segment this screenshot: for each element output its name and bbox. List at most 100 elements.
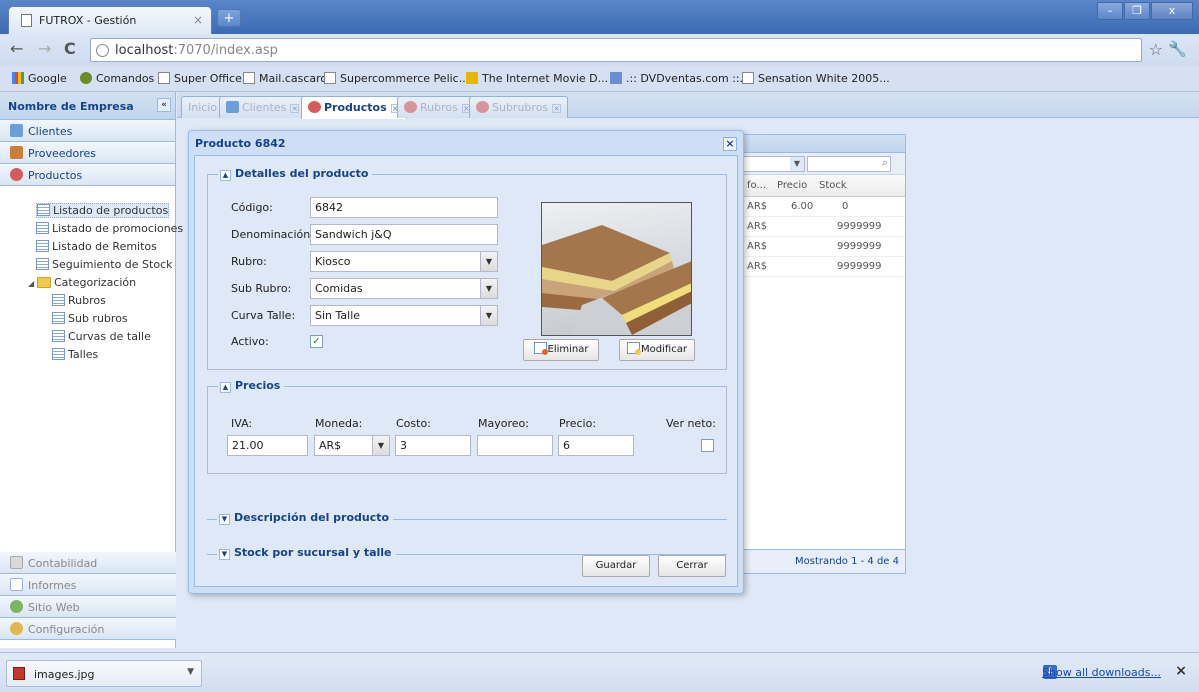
legend-detalles[interactable]: ▲ Detalles del producto [218, 167, 373, 181]
window-close-button[interactable]: x [1151, 2, 1193, 20]
mayoreo-input[interactable] [477, 435, 553, 456]
expand-toggle-icon[interactable]: ▼ [219, 514, 230, 525]
wrench-icon[interactable]: 🔧 [1168, 40, 1187, 58]
collapse-toggle-icon[interactable]: ▲ [220, 382, 231, 393]
tab-subrubros[interactable]: Subrubros × [469, 96, 569, 118]
collapse-sidebar-icon[interactable]: « [157, 98, 171, 112]
sidebar-item-sitio-web[interactable]: Sitio Web [0, 596, 176, 618]
tab-close-icon[interactable]: × [552, 104, 562, 113]
reload-icon[interactable]: C [64, 39, 76, 58]
tree-item-listado-productos[interactable]: Listado de productos [36, 203, 170, 218]
tree-item-listado-remitos[interactable]: Listado de Remitos [36, 240, 157, 253]
curva-talle-select[interactable]: Sin Talle ▼ [310, 305, 498, 326]
list-icon [52, 348, 65, 360]
costo-input[interactable] [395, 435, 471, 456]
tree-item-categorizacion[interactable]: ◢ Categorización [28, 276, 136, 289]
column-header-precio[interactable]: Precio [777, 180, 807, 191]
bookmarks-bar: Google Comandos Super Office Mail.cascar… [0, 66, 1199, 92]
tree-item-talles[interactable]: Talles [52, 348, 98, 361]
back-arrow-icon[interactable]: ← [10, 39, 23, 58]
tree-item-sub-rubros[interactable]: Sub rubros [52, 312, 128, 325]
dialog-title: Producto 6842 [195, 137, 286, 150]
grid-search-input[interactable]: ⌕ [807, 156, 891, 172]
rubro-select[interactable]: Kiosco ▼ [310, 251, 498, 272]
column-header-stock[interactable]: Stock [819, 180, 847, 191]
chevron-down-icon[interactable]: ▼ [187, 667, 194, 677]
show-all-downloads-link[interactable]: Show all downloads... [1042, 666, 1161, 679]
expand-toggle-icon[interactable]: ▼ [219, 549, 230, 560]
page-icon [21, 14, 32, 27]
tab-productos[interactable]: Productos × [301, 96, 407, 119]
users-icon [226, 101, 239, 113]
precio-input[interactable] [558, 435, 634, 456]
expand-triangle-icon[interactable]: ◢ [28, 279, 37, 288]
dialog-close-button[interactable]: × [723, 137, 737, 151]
tab-clientes[interactable]: Clientes × [219, 96, 307, 118]
mayoreo-label: Mayoreo: [478, 417, 529, 430]
chevron-down-icon[interactable]: ▼ [480, 252, 497, 271]
new-tab-button[interactable]: + [217, 9, 241, 27]
subrubro-select[interactable]: Comidas ▼ [310, 278, 498, 299]
minimize-button[interactable]: – [1097, 2, 1123, 20]
tree-item-listado-promociones[interactable]: Listado de promociones [36, 222, 183, 235]
products-icon [10, 168, 23, 181]
sidebar-item-contabilidad[interactable]: Contabilidad [0, 552, 176, 574]
tab-rubros[interactable]: Rubros × [397, 96, 478, 118]
bookmark-mail-cascaro[interactable]: Mail.cascaro [243, 72, 327, 85]
sidebar-item-configuracion[interactable]: Configuración [0, 618, 176, 640]
activo-label: Activo: [231, 335, 269, 348]
chevron-down-icon[interactable]: ▼ [480, 279, 497, 298]
ver-neto-checkbox[interactable] [701, 439, 714, 452]
bookmark-comandos[interactable]: Comandos [80, 72, 154, 85]
guardar-button[interactable]: Guardar [582, 555, 650, 577]
sidebar-item-informes[interactable]: Informes [0, 574, 176, 596]
close-downloads-bar-icon[interactable]: × [1175, 663, 1187, 679]
tree-item-curvas-talle[interactable]: Curvas de talle [52, 330, 151, 343]
browser-tab[interactable]: FUTROX - Gestión × [8, 6, 212, 34]
eliminar-button[interactable]: Eliminar [523, 339, 599, 361]
tree-item-seguimiento-stock[interactable]: Seguimiento de Stock [36, 258, 173, 271]
chevron-down-icon[interactable]: ▼ [372, 436, 389, 455]
maximize-button[interactable]: ❐ [1124, 2, 1150, 20]
moneda-label: Moneda: [315, 417, 363, 430]
codigo-input[interactable] [310, 197, 498, 218]
search-icon[interactable]: ⌕ [882, 156, 888, 170]
sidebar-item-clientes[interactable]: Clientes [0, 120, 175, 142]
moneda-select[interactable]: AR$ ▼ [314, 435, 390, 456]
grid-paging-info: Mostrando 1 - 4 de 4 [794, 556, 899, 567]
bookmark-sensation-white[interactable]: Sensation White 2005... [742, 72, 890, 85]
legend-stock[interactable]: ▼ Stock por sucursal y talle [217, 546, 396, 560]
chevron-down-icon[interactable]: ▼ [480, 306, 497, 325]
collapse-toggle-icon[interactable]: ▲ [220, 170, 231, 181]
forward-arrow-icon[interactable]: → [38, 39, 51, 58]
browser-tab-title: FUTROX - Gestión [39, 14, 137, 27]
activo-checkbox[interactable]: ✓ [310, 335, 323, 348]
url-bar[interactable]: localhost:7070/index.asp [90, 38, 1142, 62]
bookmark-dvdventas[interactable]: .:: DVDventas.com ::. [610, 72, 743, 85]
legend-precios[interactable]: ▲ Precios [218, 379, 285, 393]
iva-label: IVA: [231, 417, 253, 430]
bookmark-google[interactable]: Google [12, 72, 67, 85]
modificar-button[interactable]: Modificar [619, 339, 695, 361]
bookmark-imdb[interactable]: The Internet Movie D... [466, 72, 608, 85]
cerrar-button[interactable]: Cerrar [658, 555, 726, 577]
tree-item-rubros[interactable]: Rubros [52, 294, 106, 307]
sidebar-item-productos[interactable]: Productos [0, 164, 175, 186]
tab-inicio[interactable]: Inicio [181, 96, 225, 118]
tab-close-icon[interactable]: × [290, 104, 300, 113]
column-header-moneda[interactable]: fo... [747, 180, 766, 191]
chevron-down-icon[interactable]: ▼ [790, 157, 804, 171]
report-icon [10, 578, 23, 591]
download-item[interactable]: images.jpg ▼ [6, 660, 202, 687]
page-icon [742, 72, 754, 84]
bookmark-super-office[interactable]: Super Office [158, 72, 242, 85]
denominacion-input[interactable] [310, 224, 498, 245]
bookmark-star-icon[interactable]: ☆ [1149, 40, 1163, 59]
iva-input[interactable] [227, 435, 308, 456]
globe-icon [96, 44, 109, 57]
legend-descripcion[interactable]: ▼ Descripción del producto [217, 511, 394, 525]
list-icon [36, 240, 49, 252]
sidebar-item-proveedores[interactable]: Proveedores [0, 142, 175, 164]
bookmark-supercommerce[interactable]: Supercommerce Pelic... [324, 72, 469, 85]
browser-tab-close-icon[interactable]: × [193, 13, 203, 27]
